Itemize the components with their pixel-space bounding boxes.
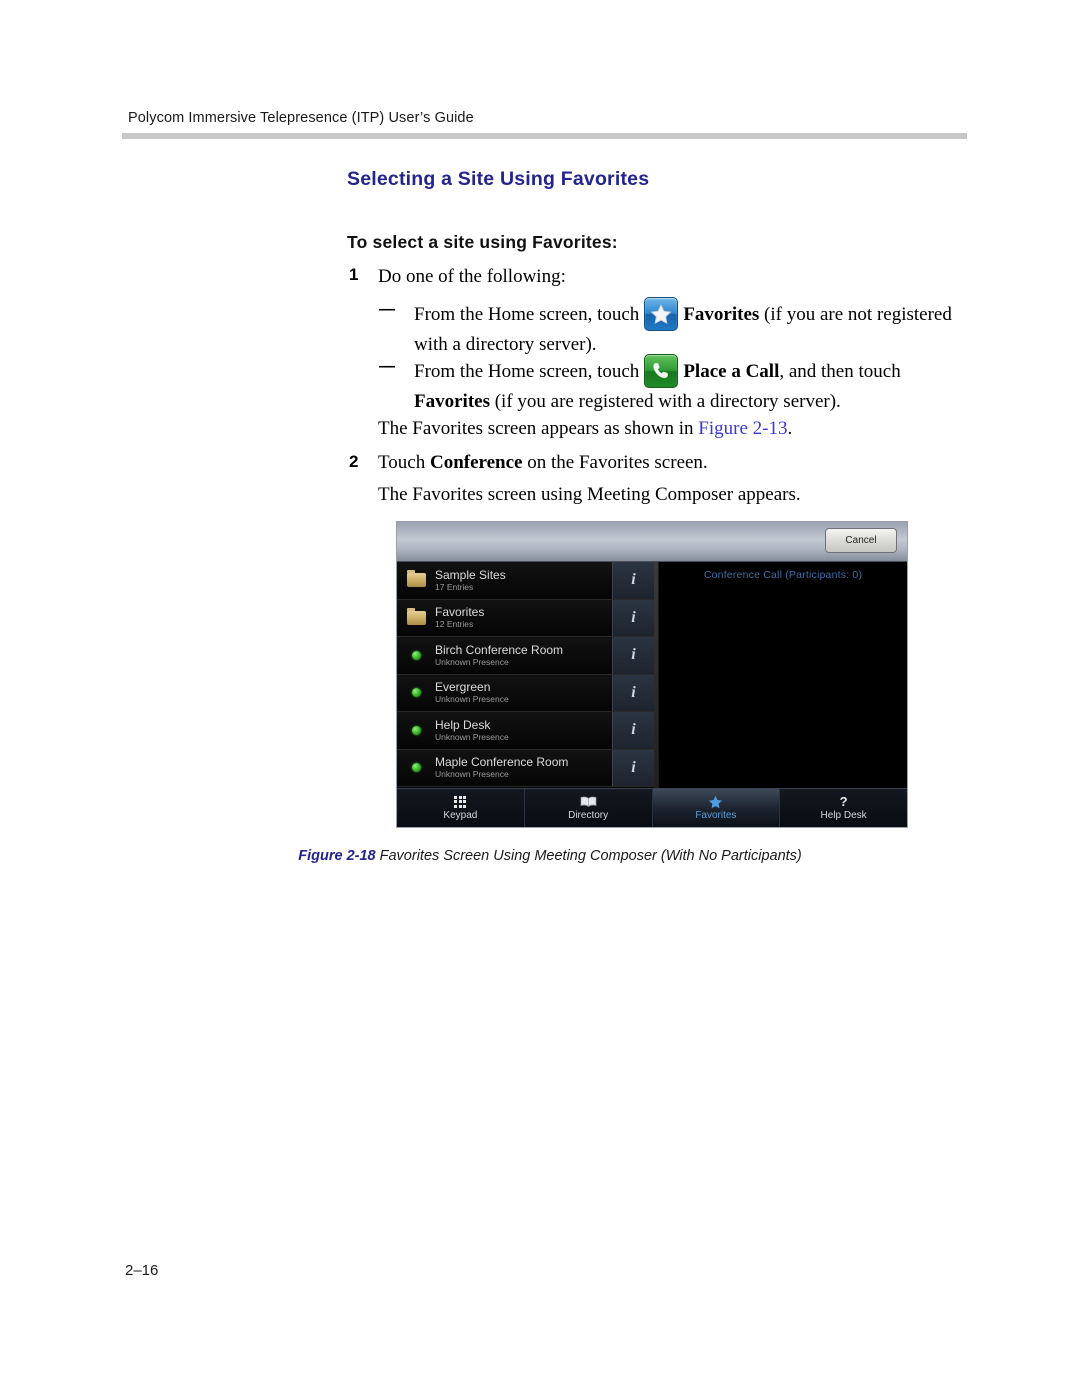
device-body: Sample Sites 17 Entries i Favorites 12 E… <box>397 562 907 788</box>
list-item-text: Sample Sites 17 Entries <box>435 568 612 593</box>
list-item-subtitle: 12 Entries <box>435 619 474 630</box>
info-button[interactable]: i <box>612 712 654 749</box>
step-2-pre: Touch <box>378 452 426 473</box>
device-tab-bar: Keypad Directory Favorites ? Help Desk <box>397 788 907 827</box>
tab-favorites-label: Favorites <box>695 810 737 821</box>
step-2-post: on the Favorites screen. <box>527 452 708 473</box>
favorites-icon <box>644 297 679 331</box>
tab-favorites[interactable]: Favorites <box>652 789 781 827</box>
result-1-post: . <box>787 418 793 439</box>
list-item[interactable]: Evergreen Unknown Presence i <box>397 674 654 712</box>
figure-caption-number: Figure 2-18 <box>298 848 376 864</box>
info-button[interactable]: i <box>612 674 654 711</box>
step-1-label: Do one of the following: <box>378 266 566 287</box>
bullet-1: From the Home screen, touch Favorites (i… <box>414 297 974 358</box>
tab-keypad-label: Keypad <box>443 810 478 821</box>
list-item-text: Maple Conference Room Unknown Presence <box>435 755 612 780</box>
list-item-subtitle: 17 Entries <box>435 581 474 592</box>
question-mark-icon: ? <box>839 794 848 809</box>
favorites-list[interactable]: Sample Sites 17 Entries i Favorites 12 E… <box>397 562 654 788</box>
tab-help-desk-label: Help Desk <box>820 810 867 821</box>
list-item-title: Help Desk <box>435 717 491 732</box>
conference-call-title: Conference Call (Participants: 0) <box>703 569 863 581</box>
place-a-call-icon <box>644 354 679 388</box>
figure-image-device-screenshot: Cancel Sample Sites 17 Entries i Favorit… <box>396 521 908 828</box>
star-icon <box>708 795 723 808</box>
list-item-title: Sample Sites <box>435 567 506 582</box>
document-page: Polycom Immersive Telepresence (ITP) Use… <box>0 0 1080 1397</box>
tab-directory-label: Directory <box>568 810 609 821</box>
step-2-bold: Conference <box>429 452 523 473</box>
list-item-subtitle: Unknown Presence <box>435 769 509 780</box>
list-item-text: Evergreen Unknown Presence <box>435 680 612 705</box>
bullet-2-mid: , and then touch <box>779 361 901 382</box>
page-number: 2–16 <box>125 1262 159 1279</box>
presence-dot-icon <box>397 650 435 660</box>
list-item-text: Help Desk Unknown Presence <box>435 718 612 743</box>
keypad-icon <box>454 795 467 808</box>
bullet-1-bold: Favorites <box>683 304 760 325</box>
info-button[interactable]: i <box>612 599 654 636</box>
bullet-2: From the Home screen, touch Place a Call… <box>414 354 974 415</box>
list-item-title: Favorites <box>435 605 485 620</box>
running-header: Polycom Immersive Telepresence (ITP) Use… <box>128 110 474 126</box>
figure-cross-reference-link[interactable]: Figure 2-13 <box>698 418 787 439</box>
presence-dot-icon <box>397 688 435 698</box>
list-item-title: Birch Conference Room <box>435 642 564 657</box>
list-item[interactable]: Favorites 12 Entries i <box>397 599 654 637</box>
bullet-1-dash: — <box>379 301 395 318</box>
procedure-title: To select a site using Favorites: <box>347 232 618 252</box>
list-item[interactable]: Maple Conference Room Unknown Presence i <box>397 749 654 787</box>
folder-icon <box>397 570 435 588</box>
result-1: The Favorites screen appears as shown in… <box>378 415 958 442</box>
header-rule <box>122 133 967 139</box>
info-button[interactable]: i <box>612 562 654 599</box>
step-1-number: 1 <box>349 265 359 284</box>
tab-keypad[interactable]: Keypad <box>397 789 525 827</box>
info-button[interactable]: i <box>612 749 654 786</box>
bullet-1-pre: From the Home screen, touch <box>414 304 640 325</box>
folder-icon <box>397 607 435 625</box>
list-item-subtitle: Unknown Presence <box>435 731 509 742</box>
result-2-label: The Favorites screen using Meeting Compo… <box>378 484 801 505</box>
cancel-button[interactable]: Cancel <box>825 528 897 553</box>
presence-dot-icon <box>397 725 435 735</box>
list-item[interactable]: Birch Conference Room Unknown Presence i <box>397 637 654 675</box>
book-icon <box>580 795 597 808</box>
result-1-pre: The Favorites screen appears as shown in <box>378 418 694 439</box>
device-top-bar: Cancel <box>397 522 907 562</box>
info-button[interactable]: i <box>612 637 654 674</box>
list-item-title: Evergreen <box>435 680 491 695</box>
result-2: The Favorites screen using Meeting Compo… <box>378 481 958 508</box>
list-item-title: Maple Conference Room <box>435 755 569 770</box>
figure-caption-text: Favorites Screen Using Meeting Composer … <box>379 848 802 864</box>
step-2-number: 2 <box>349 452 359 471</box>
list-item-subtitle: Unknown Presence <box>435 656 509 667</box>
list-item-text: Birch Conference Room Unknown Presence <box>435 643 612 668</box>
figure-caption: Figure 2-18 Favorites Screen Using Meeti… <box>155 848 945 864</box>
bullet-2-bold-2: Favorites <box>414 391 490 412</box>
tab-help-desk[interactable]: ? Help Desk <box>780 789 907 827</box>
conference-detail-panel: Conference Call (Participants: 0) <box>658 562 907 788</box>
step-1-text: Do one of the following: <box>378 263 958 290</box>
list-item[interactable]: Sample Sites 17 Entries i <box>397 562 654 600</box>
bullet-2-bold: Place a Call <box>683 361 780 382</box>
step-2-text: Touch Conference on the Favorites screen… <box>378 449 958 476</box>
tab-directory[interactable]: Directory <box>525 789 653 827</box>
bullet-2-pre: From the Home screen, touch <box>414 361 640 382</box>
page-title: Selecting a Site Using Favorites <box>347 168 650 190</box>
bullet-2-dash: — <box>379 358 395 375</box>
list-item-subtitle: Unknown Presence <box>435 694 509 705</box>
list-item-text: Favorites 12 Entries <box>435 605 612 630</box>
presence-dot-icon <box>397 763 435 773</box>
list-item[interactable]: Help Desk Unknown Presence i <box>397 712 654 750</box>
bullet-2-post: (if you are registered with a directory … <box>494 391 841 412</box>
